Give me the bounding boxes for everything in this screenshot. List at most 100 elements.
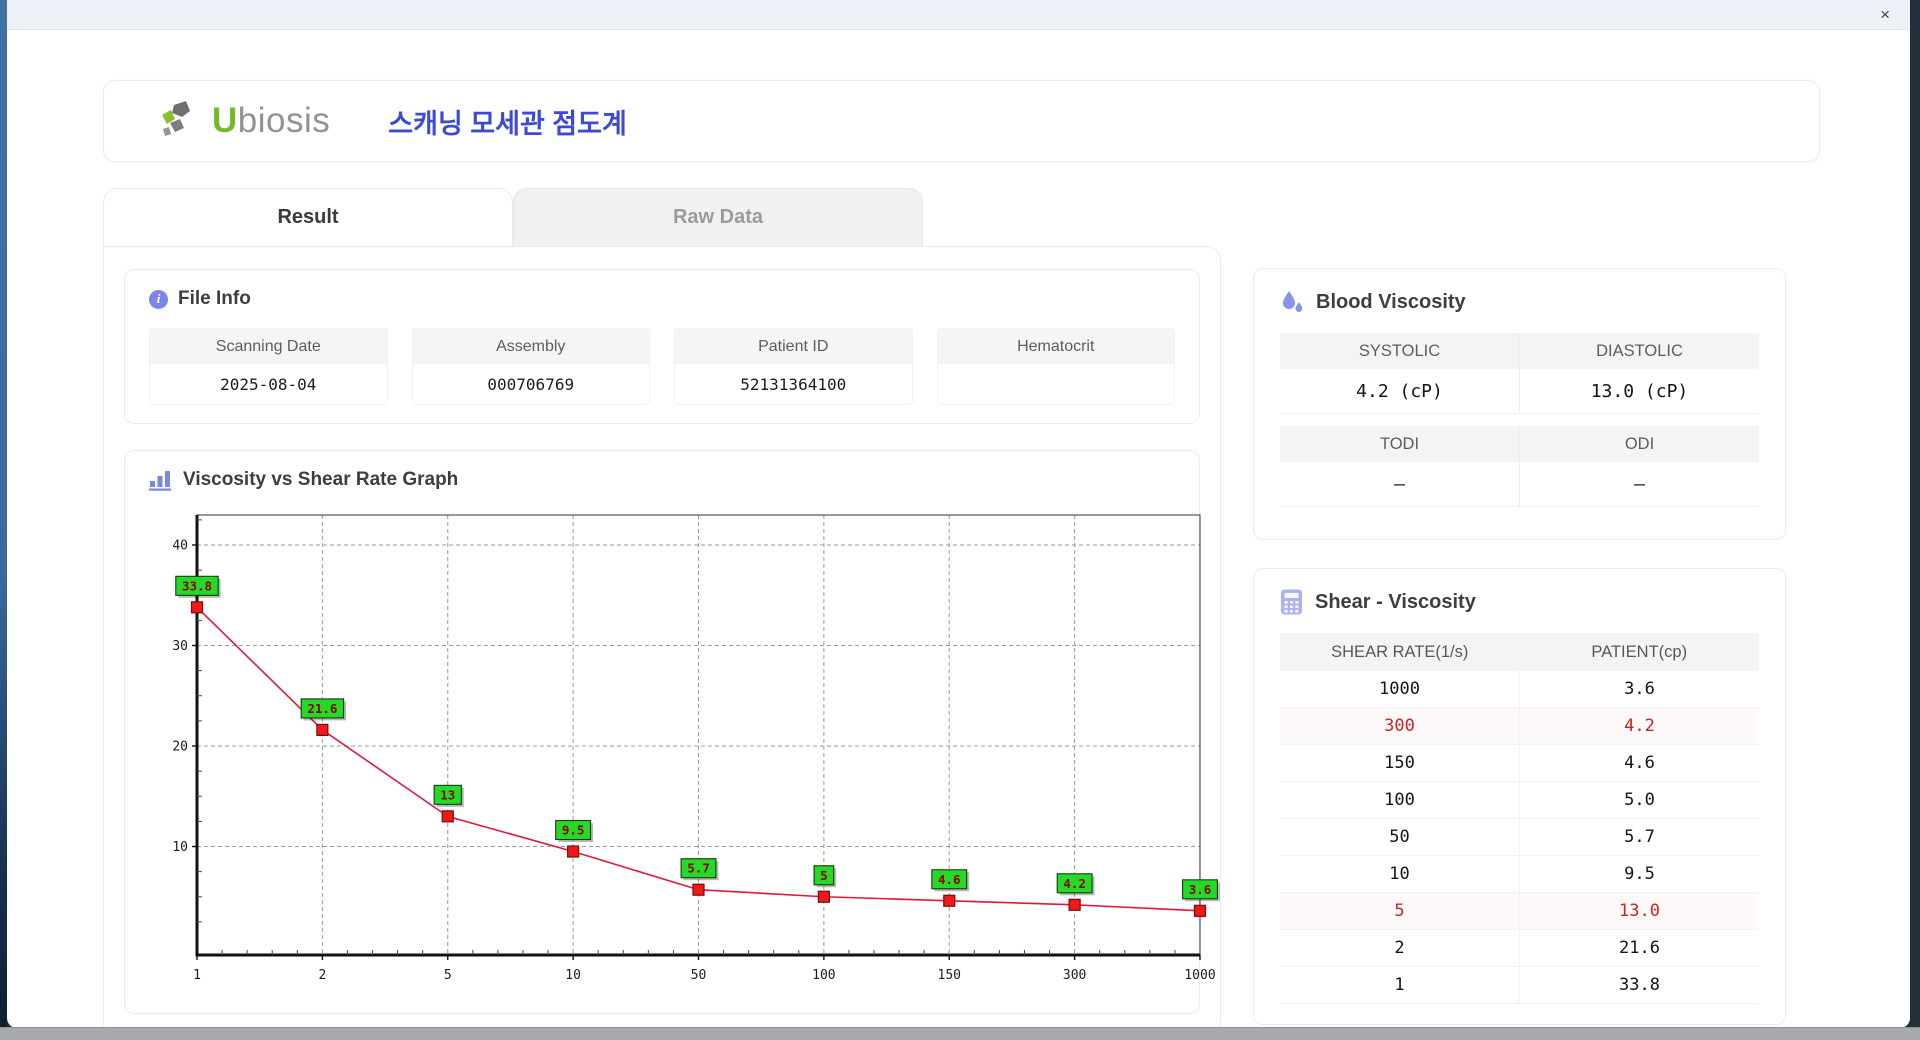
svg-text:5: 5 [444, 968, 452, 983]
patient-viscosity-cell: 4.2 [1519, 708, 1759, 744]
shear-table-body: 1000 3.6 300 4.2 150 4.6 100 5.0 50 5.7 10 9.5 5 13.0… [1280, 671, 1759, 1004]
app-title: 스캐닝 모세관 점도계 [388, 108, 627, 139]
page-content: Ubiosis 스캐닝 모세관 점도계 Result Raw Data i Fi… [7, 30, 1910, 1028]
table-row: 100 5.0 [1280, 782, 1759, 819]
blood-viscosity-label: ODI [1519, 426, 1759, 462]
file-info-field-value: 2025-08-04 [150, 364, 387, 404]
patient-viscosity-cell: 9.5 [1519, 856, 1759, 892]
file-info-field-label: Patient ID [675, 329, 912, 364]
shear-viscosity-title-row: Shear - Viscosity [1280, 589, 1759, 615]
shear-viscosity-card: Shear - Viscosity SHEAR RATE(1/s) PATIENT… [1253, 568, 1786, 1025]
patient-viscosity-cell: 5.0 [1519, 782, 1759, 818]
file-info-title: File Info [178, 288, 251, 309]
file-info-field-value: 000706769 [412, 364, 649, 404]
file-info-field: Scanning Date 2025-08-04 [149, 328, 388, 405]
viscosity-chart: 10 20 30 40 1 2 5 10 50 100 150 300 1000 33.8 21.6 13 9.… [149, 507, 1220, 995]
table-row: 10 9.5 [1280, 856, 1759, 893]
info-icon: i [149, 289, 168, 309]
header-card: Ubiosis 스캐닝 모세관 점도계 [103, 80, 1820, 162]
graph-title: Viscosity vs Shear Rate Graph [183, 469, 459, 490]
graph-card: Viscosity vs Shear Rate Graph 10 20 30 40 1 2… [124, 450, 1220, 1014]
svg-text:1: 1 [193, 968, 201, 983]
shear-rate-cell: 5 [1280, 893, 1519, 929]
blood-viscosity-value-row: – – [1280, 462, 1759, 507]
patient-viscosity-cell: 5.7 [1519, 819, 1759, 855]
file-info-card: i File Info Scanning Date 2025-08-04 Assem… [124, 269, 1200, 424]
svg-text:13: 13 [440, 787, 455, 802]
svg-text:9.5: 9.5 [562, 823, 585, 838]
shear-rate-cell: 1000 [1379, 679, 1420, 699]
shear-rate-cell: 50 [1389, 827, 1410, 847]
blood-viscosity-header-row: TODI ODI [1280, 426, 1759, 462]
blood-viscosity-value: 4.2 (cP) [1280, 369, 1519, 414]
file-info-field: Assembly 000706769 [411, 328, 650, 405]
patient-viscosity-cell: 33.8 [1519, 967, 1759, 1003]
svg-text:33.8: 33.8 [182, 578, 212, 593]
blood-viscosity-value: 13.0 (cP) [1519, 369, 1759, 414]
blood-viscosity-section: TODI ODI – – [1280, 426, 1759, 507]
calculator-icon [1281, 589, 1302, 615]
ubiosis-logo-icon [162, 101, 190, 136]
file-info-title-row: i File Info [149, 288, 1175, 310]
main-row: i File Info Scanning Date 2025-08-04 Assem… [103, 246, 1820, 1028]
svg-text:5: 5 [820, 868, 828, 883]
svg-text:3.6: 3.6 [1189, 882, 1212, 897]
file-info-field-label: Scanning Date [150, 329, 387, 364]
svg-text:10: 10 [172, 840, 188, 855]
tab-result[interactable]: Result [103, 188, 513, 246]
tab-raw-data[interactable]: Raw Data [513, 188, 923, 246]
shear-table-column-header: PATIENT(cp) [1519, 633, 1759, 671]
close-icon[interactable]: × [1874, 4, 1896, 25]
blood-viscosity-label: SYSTOLIC [1280, 333, 1519, 369]
svg-text:100: 100 [812, 968, 835, 983]
svg-text:150: 150 [938, 968, 961, 983]
blood-viscosity-label: DIASTOLIC [1519, 333, 1759, 369]
logo-rest: biosis [237, 101, 331, 140]
svg-text:21.6: 21.6 [307, 701, 337, 716]
patient-viscosity-cell: 3.6 [1519, 671, 1759, 707]
shear-rate-cell: 10 [1389, 864, 1410, 884]
svg-text:2: 2 [318, 968, 326, 983]
blood-viscosity-title-row: Blood Viscosity [1280, 289, 1759, 315]
blood-viscosity-section: SYSTOLIC DIASTOLIC 4.2 (cP) 13.0 (cP) [1280, 333, 1759, 414]
file-info-field-label: Assembly [412, 329, 649, 364]
app-window: × Ubiosis 스캐닝 모세관 점도계 Result Raw Data i … [7, 0, 1910, 1028]
blood-viscosity-value: – [1519, 462, 1759, 507]
table-row: 5 13.0 [1280, 893, 1759, 930]
svg-text:40: 40 [172, 539, 188, 554]
shear-table-column-header: SHEAR RATE(1/s) [1280, 633, 1520, 671]
blood-viscosity-value: – [1280, 462, 1519, 507]
blood-viscosity-value-row: 4.2 (cP) 13.0 (cP) [1280, 369, 1759, 414]
table-row: 1 33.8 [1280, 967, 1759, 1004]
shear-rate-cell: 300 [1280, 708, 1519, 744]
logo-text: Ubiosis [212, 101, 330, 141]
shear-table-header: SHEAR RATE(1/s) PATIENT(cp) [1280, 633, 1759, 671]
graph-title-row: Viscosity vs Shear Rate Graph [149, 469, 1175, 491]
patient-viscosity-cell: 21.6 [1519, 930, 1759, 966]
file-info-field-value: 52131364100 [675, 364, 912, 404]
table-row: 150 4.6 [1280, 745, 1759, 782]
svg-text:1000: 1000 [1184, 968, 1215, 983]
patient-viscosity-cell: 4.6 [1519, 745, 1759, 781]
file-info-field-value [937, 364, 1174, 404]
patient-viscosity-cell: 13.0 [1519, 893, 1759, 929]
file-info-fields: Scanning Date 2025-08-04 Assembly 000706769… [149, 328, 1175, 405]
file-info-field: Hematocrit [936, 328, 1175, 405]
bar-chart-icon [149, 471, 171, 491]
blood-viscosity-card: Blood Viscosity SYSTOLIC DIASTOLIC 4.2 (cP… [1253, 268, 1786, 540]
svg-text:300: 300 [1063, 968, 1086, 983]
svg-text:10: 10 [565, 968, 581, 983]
file-info-field: Patient ID 52131364100 [674, 328, 913, 405]
result-tab-panel: i File Info Scanning Date 2025-08-04 Assem… [103, 246, 1221, 1028]
blood-viscosity-grid: SYSTOLIC DIASTOLIC 4.2 (cP) 13.0 (cP) TODI OD… [1280, 333, 1759, 507]
shear-viscosity-table: SHEAR RATE(1/s) PATIENT(cp) 1000 3.6 300 4.2… [1280, 633, 1759, 1004]
taskbar-strip [0, 1027, 1920, 1040]
tab-bar: Result Raw Data [103, 188, 1820, 246]
shear-rate-cell: 1 [1394, 975, 1405, 995]
desktop-left-band [0, 0, 7, 1028]
window-titlebar: × [7, 0, 1910, 30]
blood-viscosity-header-row: SYSTOLIC DIASTOLIC [1280, 333, 1759, 369]
shear-rate-cell: 2 [1394, 938, 1405, 958]
viscosity-chart-svg: 10 20 30 40 1 2 5 10 50 100 150 300 1000 33.8 21.6 13 9.… [172, 514, 1220, 983]
blood-viscosity-title: Blood Viscosity [1316, 290, 1466, 313]
